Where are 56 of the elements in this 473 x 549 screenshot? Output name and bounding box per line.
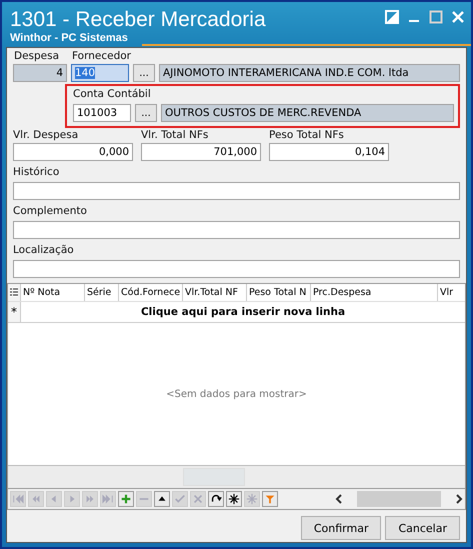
first-record-icon	[12, 493, 24, 505]
name-field: OUTROS CUSTOS DE MERC.REVENDA	[161, 104, 454, 122]
asterisk-icon	[228, 493, 240, 505]
last-record-icon	[102, 493, 114, 505]
plus-icon	[120, 493, 132, 505]
window-subtitle: Winthor - PC Sistemas	[10, 32, 128, 45]
empty-message: <Sem dados para mostrar>	[166, 388, 307, 400]
field-label: Vlr. Total NFs	[141, 129, 210, 142]
navigator-button[interactable]	[226, 491, 242, 507]
amount-field[interactable]: 0,104	[269, 143, 389, 161]
field-label: Complemento	[13, 205, 88, 218]
field-label: Histórico	[13, 166, 60, 179]
previous-page-icon	[30, 493, 42, 505]
next-page-icon	[84, 493, 96, 505]
field-label: Fornecedor	[72, 50, 131, 63]
field-label: Conta Contábil	[73, 88, 152, 101]
column-header[interactable]: Nº Nota	[21, 284, 85, 301]
column-list-icon[interactable]	[10, 288, 18, 297]
code-field[interactable]: 101003	[73, 104, 131, 122]
text-field[interactable]	[13, 260, 460, 278]
text-field[interactable]	[13, 221, 460, 239]
column-header[interactable]: Prc.Despesa	[311, 284, 438, 301]
maximize-icon[interactable]	[429, 10, 443, 24]
column-header[interactable]: Peso Total N	[247, 284, 311, 301]
name-field: AJINOMOTO INTERAMERICANA IND.E COM. ltda	[159, 64, 460, 82]
window-title: 1301 - Receber Mercadoria	[10, 8, 266, 32]
new-row-prompt[interactable]: Clique aqui para inserir nova linha	[21, 302, 465, 322]
navigator-button[interactable]	[208, 491, 224, 507]
amount-field[interactable]: 701,000	[141, 143, 261, 161]
column-header[interactable]: Cód.Fornece	[119, 284, 183, 301]
browse-button[interactable]: ...	[133, 64, 155, 82]
column-header[interactable]: Vlr	[438, 284, 465, 301]
field-label: Peso Total NFs	[269, 129, 345, 142]
dialog-button[interactable]: Confirmar	[300, 516, 382, 540]
text-field[interactable]	[13, 182, 460, 200]
navigator-button[interactable]	[154, 491, 170, 507]
new-row-marker: *	[11, 305, 17, 319]
code-field[interactable]: 140	[71, 64, 129, 82]
funnel-icon	[264, 493, 276, 505]
amount-field[interactable]: 0,000	[13, 143, 133, 161]
checkmark-icon	[174, 493, 186, 505]
field-label: Vlr. Despesa	[13, 129, 80, 142]
scroll-right-icon[interactable]	[455, 494, 463, 504]
column-header[interactable]: Série	[85, 284, 119, 301]
field-label: Despesa	[14, 50, 60, 63]
despesa-field: 4	[13, 64, 67, 82]
browse-button[interactable]: ...	[135, 104, 157, 122]
dialog-button[interactable]: Cancelar	[385, 516, 460, 540]
scroll-left-icon[interactable]	[335, 494, 343, 504]
column-header[interactable]: Vlr.Total NF	[183, 284, 247, 301]
x-icon	[192, 493, 204, 505]
field-label: Localização	[13, 244, 75, 257]
close-icon[interactable]	[451, 10, 465, 24]
restore-icon[interactable]	[385, 10, 399, 24]
horizontal-scrollbar[interactable]	[335, 491, 463, 507]
asterisk-icon	[246, 493, 258, 505]
